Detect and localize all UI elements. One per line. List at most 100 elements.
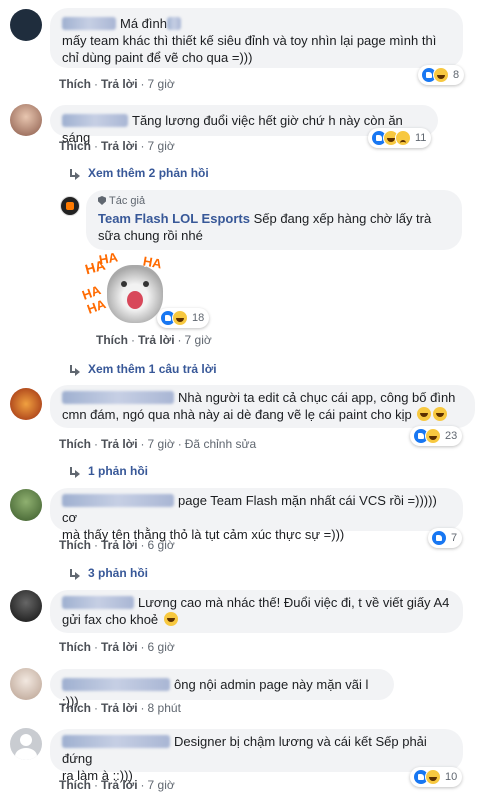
reply-link[interactable]: Trả lời: [138, 333, 175, 347]
author-badge-icon: [98, 196, 106, 205]
commenter-name[interactable]: [62, 596, 134, 609]
reaction-summary[interactable]: 11: [368, 128, 432, 148]
comment-bubble: page Team Flash mặn nhất cái VCS rồi =))…: [50, 488, 463, 542]
timestamp[interactable]: 6 giờ: [148, 538, 175, 552]
reaction-summary[interactable]: 23: [410, 426, 463, 446]
comment-actions: Thích · Trả lời · 7 giờ: [59, 77, 175, 91]
avatar[interactable]: [10, 668, 42, 700]
haha-emoji-icon: [417, 407, 432, 421]
timestamp[interactable]: 7 giờ: [148, 139, 175, 153]
cat-sticker-eye: [121, 281, 127, 287]
sad-reaction-icon: [395, 130, 411, 146]
reply-link[interactable]: Trả lời: [101, 701, 138, 715]
comment-actions: Thích · Trả lời · 8 phút: [59, 701, 181, 715]
timestamp[interactable]: 7 giờ: [148, 437, 175, 451]
timestamp[interactable]: 7 giờ: [148, 778, 175, 792]
sticker-ha: HA: [141, 253, 163, 272]
reaction-count: 7: [451, 532, 458, 544]
view-replies[interactable]: 1 phản hồi: [70, 464, 148, 478]
view-more-label: 1 phản hồi: [88, 464, 148, 478]
author-badge: Tác giả: [109, 195, 146, 207]
like-link[interactable]: Thích: [59, 437, 91, 451]
comment-bubble: Designer bị chậm lương và cái kết Sếp ph…: [50, 729, 463, 783]
page-avatar[interactable]: [60, 196, 80, 216]
like-link[interactable]: Thích: [59, 77, 91, 91]
haha-reaction-icon: [433, 67, 449, 83]
haha-emoji-icon: [433, 407, 448, 421]
comment-bubble: Lương cao mà nhác thế! Đuổi việc đi, t v…: [50, 590, 463, 633]
commenter-name[interactable]: [62, 17, 116, 30]
name-blur: [166, 17, 181, 30]
commenter-name[interactable]: [62, 114, 128, 127]
cat-sticker-eye: [143, 281, 149, 287]
like-reaction-icon: [431, 530, 447, 546]
reaction-count: 11: [415, 132, 427, 144]
view-more-label: 3 phản hồi: [88, 566, 148, 580]
reply-bubble: Tác giả Team Flash LOL Esports Sếp đang …: [86, 190, 462, 250]
haha-reaction-icon: [172, 310, 188, 326]
reply-arrow-icon: [70, 569, 80, 580]
reaction-summary[interactable]: 18: [157, 308, 210, 328]
reply-arrow-icon: [70, 169, 80, 180]
timestamp[interactable]: 7 giờ: [185, 333, 212, 347]
comment-actions: Thích · Trả lời · 6 giờ: [59, 538, 175, 552]
commenter-name[interactable]: [62, 391, 174, 404]
timestamp[interactable]: 7 giờ: [148, 77, 175, 91]
haha-reaction-icon: [425, 428, 441, 444]
reply-link[interactable]: Trả lời: [101, 778, 138, 792]
comment-bubble: Nhà người ta edit cả chục cái app, công …: [50, 385, 475, 428]
reaction-summary[interactable]: 7: [428, 528, 463, 548]
comment-text: Lương cao mà nhác thế! Đuổi việc đi, t v…: [138, 595, 450, 610]
reply-link[interactable]: Trả lời: [101, 77, 138, 91]
reaction-count: 10: [445, 771, 458, 783]
edited-label[interactable]: Đã chỉnh sửa: [185, 437, 256, 451]
commenter-name[interactable]: [62, 735, 170, 748]
avatar[interactable]: [10, 590, 42, 622]
reply-link[interactable]: Trả lời: [101, 139, 138, 153]
comment-actions: Thích · Trả lời · 7 giờ: [59, 139, 175, 153]
reaction-count: 23: [445, 430, 458, 442]
comment-actions: Thích · Trả lời · 6 giờ: [59, 640, 175, 654]
flash-logo-icon: [66, 202, 74, 210]
comment-bubble: Má đình mấy team khác thì thiết kế siêu …: [50, 8, 463, 68]
comment-actions: Thích · Trả lời · 7 giờ: [59, 778, 175, 792]
cat-sticker-mouth: [127, 291, 143, 309]
page-name[interactable]: Team Flash LOL Esports: [98, 211, 250, 226]
avatar[interactable]: [10, 9, 42, 41]
reply-actions: Thích · Trả lời · 7 giờ: [96, 333, 212, 347]
like-link[interactable]: Thích: [59, 640, 91, 654]
view-more-label: Xem thêm 2 phản hồi: [88, 166, 209, 180]
avatar[interactable]: [10, 104, 42, 136]
sticker-ha: HA: [97, 249, 119, 268]
reply-link[interactable]: Trả lời: [101, 538, 138, 552]
view-more-replies[interactable]: Xem thêm 2 phản hồi: [70, 166, 209, 180]
comment-text: gửi fax cho khoẻ: [62, 612, 159, 627]
reaction-count: 18: [192, 312, 205, 324]
reaction-summary[interactable]: 8: [418, 65, 465, 85]
like-link[interactable]: Thích: [59, 139, 91, 153]
reply-link[interactable]: Trả lời: [101, 437, 138, 451]
reaction-summary[interactable]: 10: [410, 767, 463, 787]
like-link[interactable]: Thích: [59, 778, 91, 792]
avatar[interactable]: [10, 388, 42, 420]
reply-link[interactable]: Trả lời: [101, 640, 138, 654]
comment-actions: Thích · Trả lời · 7 giờ · Đã chỉnh sửa: [59, 437, 257, 451]
reply-arrow-icon: [70, 365, 80, 376]
like-link[interactable]: Thích: [59, 701, 91, 715]
reply-arrow-icon: [70, 467, 80, 478]
comment-text: Má đình: [120, 16, 167, 31]
timestamp[interactable]: 8 phút: [148, 701, 181, 715]
view-more-replies[interactable]: Xem thêm 1 câu trả lời: [70, 362, 217, 376]
avatar[interactable]: [10, 728, 42, 760]
comment-text: mấy team khác thì thiết kế siêu đỉnh và …: [62, 33, 437, 65]
haha-emoji-icon: [163, 612, 178, 626]
commenter-name[interactable]: [62, 678, 170, 691]
like-link[interactable]: Thích: [59, 538, 91, 552]
timestamp[interactable]: 6 giờ: [148, 640, 175, 654]
like-link[interactable]: Thích: [96, 333, 128, 347]
comment-bubble: ông nội admin page này mặn vãi l :))): [50, 669, 394, 709]
avatar[interactable]: [10, 489, 42, 521]
default-avatar-head-icon: [20, 734, 32, 746]
commenter-name[interactable]: [62, 494, 174, 507]
view-replies[interactable]: 3 phản hồi: [70, 566, 148, 580]
